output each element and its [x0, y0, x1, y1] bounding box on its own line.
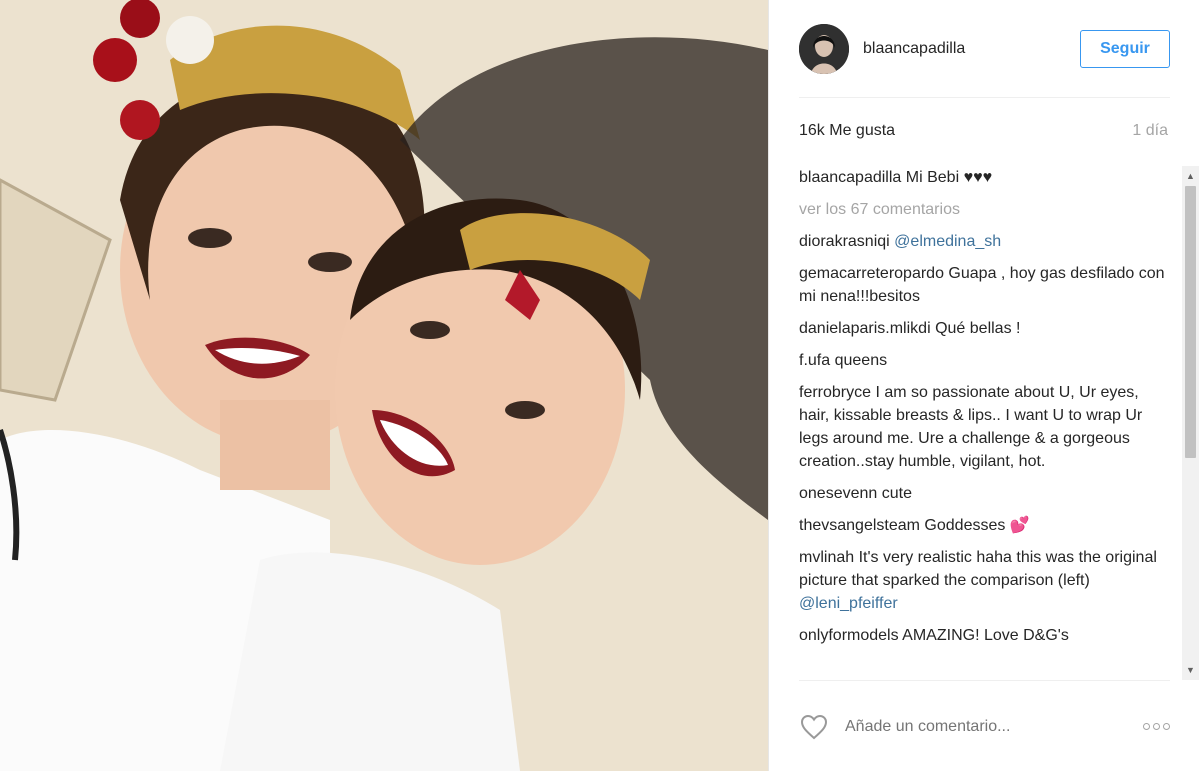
add-comment-input[interactable] — [843, 716, 1107, 737]
list-item: mvlinah It's very realistic haha this wa… — [799, 546, 1171, 615]
scrollbar-thumb[interactable] — [1185, 186, 1196, 458]
comment-mention[interactable]: @elmedina_sh — [894, 233, 1001, 250]
list-item: onlyformodels AMAZING! Love D&G's — [799, 624, 1171, 647]
follow-button[interactable]: Seguir — [1080, 29, 1170, 68]
comment-mention[interactable]: @leni_pfeiffer — [799, 595, 898, 612]
post-header: blaancapadilla Seguir — [799, 0, 1170, 98]
list-item: diorakrasniqi @elmedina_sh — [799, 230, 1171, 253]
dot — [1163, 723, 1170, 730]
comment-username[interactable]: onlyformodels — [799, 627, 899, 644]
comment-username[interactable]: thevsangelsteam — [799, 517, 920, 534]
comment-text: cute — [881, 485, 912, 502]
list-item: danielaparis.mlikdi Qué bellas ! — [799, 317, 1171, 340]
comment-username[interactable]: ferrobryce — [799, 384, 871, 401]
caption: blaancapadilla Mi Bebi ♥♥♥ — [799, 166, 1171, 189]
comment-username[interactable]: mvlinah — [799, 549, 854, 566]
comment-username[interactable]: f.ufa — [799, 352, 830, 369]
comments-list[interactable]: blaancapadilla Mi Bebi ♥♥♥ ver los 67 co… — [799, 166, 1171, 680]
likes-row: 16k Me gusta 1 día — [799, 122, 1168, 140]
photo-illustration — [0, 0, 768, 771]
comment-text: Goddesses 💕 — [924, 517, 1030, 534]
list-item: ferrobryce I am so passionate about U, U… — [799, 381, 1171, 473]
likes-count[interactable]: 16k Me gusta — [799, 122, 895, 140]
comment-username[interactable]: gemacarreteropardo — [799, 265, 944, 282]
more-options-icon[interactable] — [1143, 723, 1170, 730]
comment-username[interactable]: danielaparis.mlikdi — [799, 320, 931, 337]
comment-username[interactable]: diorakrasniqi — [799, 233, 890, 250]
post-sidebar: blaancapadilla Seguir 16k Me gusta 1 día… — [768, 0, 1200, 771]
dot — [1143, 723, 1150, 730]
list-item: thevsangelsteam Goddesses 💕 — [799, 514, 1171, 537]
avatar[interactable] — [799, 23, 849, 74]
post-username[interactable]: blaancapadilla — [863, 40, 965, 58]
comments-scrollbar[interactable]: ▲ ▼ — [1182, 166, 1199, 680]
scroll-down-arrow-icon[interactable]: ▼ — [1182, 662, 1199, 678]
scroll-up-arrow-icon[interactable]: ▲ — [1182, 168, 1199, 184]
caption-username[interactable]: blaancapadilla — [799, 169, 901, 186]
comment-text: queens — [834, 352, 888, 369]
view-all-comments-link[interactable]: ver los 67 comentarios — [799, 198, 1171, 221]
post-photo[interactable] — [0, 0, 768, 771]
comment-text: Qué bellas ! — [935, 320, 1021, 337]
heart-icon[interactable] — [799, 712, 829, 742]
caption-text: Mi Bebi ♥♥♥ — [905, 169, 993, 186]
list-item: f.ufa queens — [799, 349, 1171, 372]
post-timestamp[interactable]: 1 día — [1132, 122, 1168, 140]
dot — [1153, 723, 1160, 730]
comment-username[interactable]: onesevenn — [799, 485, 877, 502]
comment-text: AMAZING! Love D&G's — [902, 627, 1069, 644]
avatar-image — [799, 23, 849, 74]
add-comment-row — [799, 680, 1170, 772]
instagram-post: blaancapadilla Seguir 16k Me gusta 1 día… — [0, 0, 1200, 771]
list-item: onesevenn cute — [799, 482, 1171, 505]
list-item: gemacarreteropardo Guapa , hoy gas desfi… — [799, 262, 1171, 308]
